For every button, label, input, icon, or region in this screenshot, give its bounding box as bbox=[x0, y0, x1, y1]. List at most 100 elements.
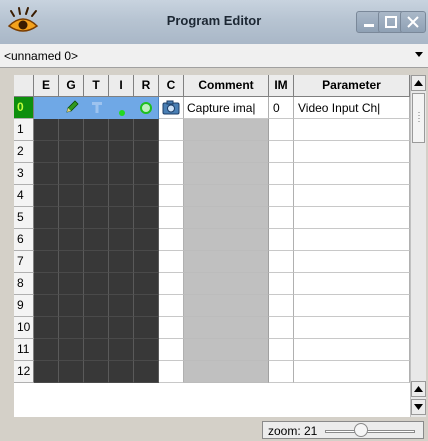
chevron-down-icon[interactable] bbox=[414, 51, 424, 59]
grid-cell-empty[interactable] bbox=[109, 141, 134, 163]
grid-cell-c[interactable] bbox=[159, 185, 184, 207]
row-number[interactable]: 11 bbox=[14, 339, 34, 361]
grid-cell-empty[interactable] bbox=[134, 317, 159, 339]
row-0-comment-cell[interactable]: Capture ima| bbox=[184, 97, 269, 119]
grid-cell-parameter[interactable] bbox=[294, 119, 410, 141]
grid-cell-parameter[interactable] bbox=[294, 141, 410, 163]
green-dot-icon[interactable] bbox=[114, 102, 130, 118]
grid-cell-comment[interactable] bbox=[184, 339, 269, 361]
grid-cell-empty[interactable] bbox=[34, 207, 59, 229]
row-number[interactable]: 12 bbox=[14, 361, 34, 383]
row-number[interactable]: 2 bbox=[14, 141, 34, 163]
header-i[interactable]: I bbox=[109, 75, 134, 97]
grid-cell-c[interactable] bbox=[159, 251, 184, 273]
grid-cell-parameter[interactable] bbox=[294, 273, 410, 295]
header-im[interactable]: IM bbox=[269, 75, 294, 97]
grid-cell-im[interactable] bbox=[269, 339, 294, 361]
row-number[interactable]: 8 bbox=[14, 273, 34, 295]
program-grid[interactable]: E G T I R C Comment IM Parameter 0 Captu… bbox=[14, 75, 410, 417]
grid-cell-empty[interactable] bbox=[34, 273, 59, 295]
grid-cell-im[interactable] bbox=[269, 317, 294, 339]
grid-cell-im[interactable] bbox=[269, 273, 294, 295]
grid-cell-empty[interactable] bbox=[134, 273, 159, 295]
grid-cell-empty[interactable] bbox=[34, 339, 59, 361]
grid-cell-empty[interactable] bbox=[59, 317, 84, 339]
grid-cell-empty[interactable] bbox=[109, 273, 134, 295]
grid-cell-comment[interactable] bbox=[184, 295, 269, 317]
grid-cell-comment[interactable] bbox=[184, 141, 269, 163]
grid-cell-empty[interactable] bbox=[84, 295, 109, 317]
grid-cell-empty[interactable] bbox=[84, 361, 109, 383]
grid-cell-parameter[interactable] bbox=[294, 295, 410, 317]
grid-cell-empty[interactable] bbox=[84, 229, 109, 251]
grid-cell-im[interactable] bbox=[269, 119, 294, 141]
grid-cell-empty[interactable] bbox=[84, 185, 109, 207]
grid-cell-c[interactable] bbox=[159, 229, 184, 251]
grid-cell-empty[interactable] bbox=[109, 317, 134, 339]
grid-cell-empty[interactable] bbox=[84, 207, 109, 229]
grid-cell-im[interactable] bbox=[269, 163, 294, 185]
row-number[interactable]: 1 bbox=[14, 119, 34, 141]
grid-cell-empty[interactable] bbox=[59, 185, 84, 207]
grid-cell-empty[interactable] bbox=[109, 207, 134, 229]
grid-cell-comment[interactable] bbox=[184, 273, 269, 295]
grid-cell-empty[interactable] bbox=[34, 229, 59, 251]
grid-cell-empty[interactable] bbox=[59, 295, 84, 317]
title-bar[interactable]: Program Editor bbox=[0, 0, 428, 45]
program-dropdown[interactable]: <unnamed 0> bbox=[0, 44, 428, 68]
grid-cell-comment[interactable] bbox=[184, 361, 269, 383]
grid-cell-empty[interactable] bbox=[134, 119, 159, 141]
grid-cell-empty[interactable] bbox=[109, 185, 134, 207]
row-number[interactable]: 7 bbox=[14, 251, 34, 273]
grid-cell-parameter[interactable] bbox=[294, 185, 410, 207]
grid-cell-c[interactable] bbox=[159, 141, 184, 163]
green-ring-icon[interactable] bbox=[138, 100, 154, 116]
grid-cell-comment[interactable] bbox=[184, 185, 269, 207]
row-0-parameter-cell[interactable]: Video Input Ch| bbox=[294, 97, 410, 119]
grid-cell-empty[interactable] bbox=[109, 229, 134, 251]
grid-cell-comment[interactable] bbox=[184, 251, 269, 273]
grid-cell-empty[interactable] bbox=[84, 273, 109, 295]
close-button[interactable] bbox=[400, 11, 426, 33]
grid-cell-comment[interactable] bbox=[184, 229, 269, 251]
grid-cell-im[interactable] bbox=[269, 207, 294, 229]
grid-cell-empty[interactable] bbox=[59, 207, 84, 229]
grid-cell-comment[interactable] bbox=[184, 207, 269, 229]
grid-cell-empty[interactable] bbox=[109, 119, 134, 141]
row-number[interactable]: 10 bbox=[14, 317, 34, 339]
header-g[interactable]: G bbox=[59, 75, 84, 97]
grid-cell-c[interactable] bbox=[159, 361, 184, 383]
grid-cell-im[interactable] bbox=[269, 141, 294, 163]
grid-cell-parameter[interactable] bbox=[294, 163, 410, 185]
grid-cell-empty[interactable] bbox=[59, 141, 84, 163]
grid-cell-empty[interactable] bbox=[134, 361, 159, 383]
grid-cell-empty[interactable] bbox=[59, 273, 84, 295]
grid-cell-comment[interactable] bbox=[184, 119, 269, 141]
grid-cell-empty[interactable] bbox=[109, 361, 134, 383]
grid-cell-im[interactable] bbox=[269, 251, 294, 273]
grid-cell-empty[interactable] bbox=[134, 141, 159, 163]
row-0-im-cell[interactable]: 0 bbox=[269, 97, 294, 119]
grid-cell-empty[interactable] bbox=[84, 339, 109, 361]
scroll-down-button[interactable] bbox=[411, 399, 426, 415]
grid-cell-empty[interactable] bbox=[134, 251, 159, 273]
grid-cell-empty[interactable] bbox=[59, 251, 84, 273]
grid-cell-empty[interactable] bbox=[34, 119, 59, 141]
grid-cell-empty[interactable] bbox=[59, 339, 84, 361]
grid-cell-im[interactable] bbox=[269, 185, 294, 207]
grid-cell-empty[interactable] bbox=[34, 251, 59, 273]
grid-cell-empty[interactable] bbox=[134, 295, 159, 317]
grid-cell-empty[interactable] bbox=[34, 163, 59, 185]
camera-icon[interactable] bbox=[162, 100, 180, 115]
grid-cell-empty[interactable] bbox=[84, 119, 109, 141]
grid-cell-empty[interactable] bbox=[59, 229, 84, 251]
grid-cell-c[interactable] bbox=[159, 207, 184, 229]
grid-cell-empty[interactable] bbox=[109, 339, 134, 361]
header-t[interactable]: T bbox=[84, 75, 109, 97]
grid-cell-empty[interactable] bbox=[34, 295, 59, 317]
header-parameter[interactable]: Parameter bbox=[294, 75, 410, 97]
row-number-selected[interactable]: 0 bbox=[14, 97, 34, 119]
header-e[interactable]: E bbox=[34, 75, 59, 97]
grid-cell-empty[interactable] bbox=[134, 207, 159, 229]
grid-cell-empty[interactable] bbox=[84, 317, 109, 339]
